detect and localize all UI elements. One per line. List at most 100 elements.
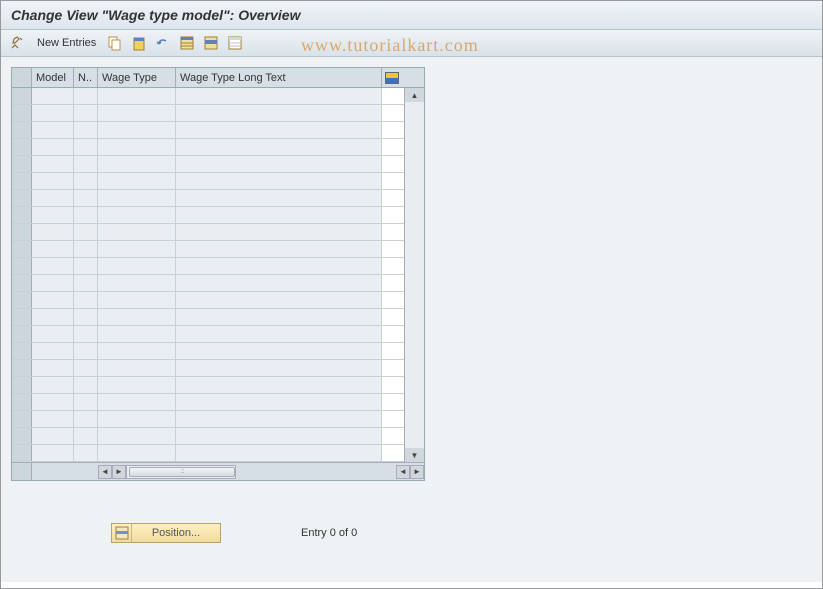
cell-wage-type[interactable] [98,343,176,359]
table-row[interactable] [12,377,404,394]
cell-n[interactable] [74,173,98,189]
cell-model[interactable] [32,122,74,138]
cell-model[interactable] [32,377,74,393]
row-selector[interactable] [12,139,32,155]
table-row[interactable] [12,292,404,309]
cell-model[interactable] [32,258,74,274]
row-selector[interactable] [12,343,32,359]
table-row[interactable] [12,105,404,122]
cell-wage-type[interactable] [98,258,176,274]
cell-n[interactable] [74,326,98,342]
row-selector[interactable] [12,105,32,121]
row-selector[interactable] [12,411,32,427]
row-selector[interactable] [12,224,32,240]
row-selector[interactable] [12,428,32,444]
cell-wage-long[interactable] [176,258,382,274]
cell-model[interactable] [32,173,74,189]
cell-wage-long[interactable] [176,292,382,308]
cell-n[interactable] [74,156,98,172]
cell-wage-long[interactable] [176,207,382,223]
scroll-left-end-button[interactable]: ◄ [396,465,410,479]
table-row[interactable] [12,343,404,360]
cell-model[interactable] [32,190,74,206]
cell-n[interactable] [74,241,98,257]
cell-model[interactable] [32,445,74,461]
cell-wage-long[interactable] [176,139,382,155]
undo-icon[interactable] [154,34,172,52]
table-row[interactable] [12,122,404,139]
cell-wage-type[interactable] [98,377,176,393]
cell-model[interactable] [32,326,74,342]
position-button[interactable]: Position... [111,523,221,543]
toggle-icon[interactable] [9,34,27,52]
cell-wage-type[interactable] [98,326,176,342]
row-selector[interactable] [12,207,32,223]
cell-wage-long[interactable] [176,241,382,257]
copy-icon[interactable] [106,34,124,52]
select-block-icon[interactable] [202,34,220,52]
table-row[interactable] [12,88,404,105]
cell-wage-type[interactable] [98,139,176,155]
table-row[interactable] [12,156,404,173]
cell-model[interactable] [32,394,74,410]
cell-wage-long[interactable] [176,343,382,359]
row-selector[interactable] [12,88,32,104]
table-row[interactable] [12,258,404,275]
new-entries-button[interactable]: New Entries [33,35,100,51]
cell-wage-type[interactable] [98,292,176,308]
table-row[interactable] [12,224,404,241]
scroll-right-step-button[interactable]: ► [112,465,126,479]
cell-wage-type[interactable] [98,105,176,121]
cell-wage-long[interactable] [176,122,382,138]
row-selector[interactable] [12,360,32,376]
cell-wage-type[interactable] [98,394,176,410]
delete-icon[interactable] [130,34,148,52]
scroll-track[interactable] [405,102,424,448]
cell-wage-long[interactable] [176,428,382,444]
scroll-up-button[interactable]: ▲ [405,88,424,102]
scroll-right-button[interactable]: ► [410,465,424,479]
cell-n[interactable] [74,394,98,410]
scroll-left-button[interactable]: ◄ [98,465,112,479]
table-row[interactable] [12,190,404,207]
cell-wage-type[interactable] [98,224,176,240]
cell-wage-type[interactable] [98,207,176,223]
cell-model[interactable] [32,428,74,444]
table-row[interactable] [12,139,404,156]
select-all-column[interactable] [12,68,32,87]
cell-wage-type[interactable] [98,173,176,189]
deselect-all-icon[interactable] [226,34,244,52]
table-row[interactable] [12,173,404,190]
cell-model[interactable] [32,275,74,291]
row-selector[interactable] [12,394,32,410]
cell-wage-long[interactable] [176,360,382,376]
row-selector[interactable] [12,275,32,291]
row-selector[interactable] [12,241,32,257]
cell-wage-type[interactable] [98,309,176,325]
cell-n[interactable] [74,411,98,427]
cell-n[interactable] [74,105,98,121]
cell-n[interactable] [74,122,98,138]
cell-wage-long[interactable] [176,156,382,172]
row-selector[interactable] [12,122,32,138]
cell-wage-type[interactable] [98,445,176,461]
cell-n[interactable] [74,139,98,155]
cell-wage-long[interactable] [176,173,382,189]
cell-model[interactable] [32,139,74,155]
cell-n[interactable] [74,360,98,376]
cell-model[interactable] [32,309,74,325]
vertical-scrollbar[interactable]: ▲ ▼ [404,88,424,462]
row-selector[interactable] [12,445,32,461]
cell-wage-type[interactable] [98,156,176,172]
cell-n[interactable] [74,224,98,240]
cell-model[interactable] [32,207,74,223]
table-row[interactable] [12,411,404,428]
cell-wage-type[interactable] [98,360,176,376]
cell-wage-long[interactable] [176,224,382,240]
cell-wage-type[interactable] [98,122,176,138]
cell-n[interactable] [74,343,98,359]
cell-wage-long[interactable] [176,326,382,342]
cell-wage-long[interactable] [176,275,382,291]
cell-n[interactable] [74,207,98,223]
table-row[interactable] [12,207,404,224]
